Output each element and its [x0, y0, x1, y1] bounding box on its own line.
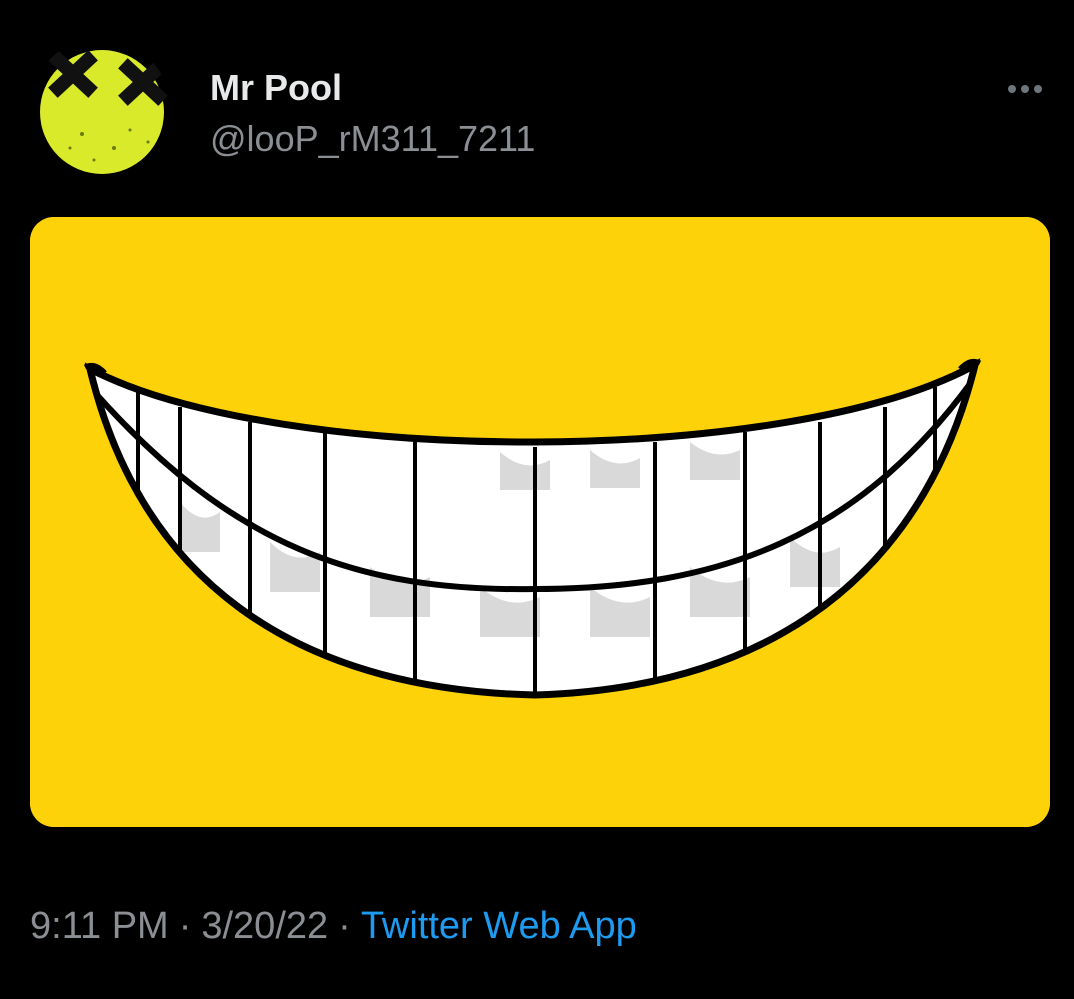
tweet: Mr Pool @looP_rM311_7211 9:11 PM · 3/20/…	[0, 0, 1074, 999]
smiley-avatar-icon	[30, 38, 170, 178]
more-options-button[interactable]	[1000, 74, 1050, 104]
tweet-metadata: 9:11 PM · 3/20/22 · Twitter Web App	[30, 900, 637, 952]
meta-separator: ·	[178, 905, 192, 947]
tweet-media-image[interactable]	[30, 217, 1050, 827]
author-display-name[interactable]: Mr Pool	[210, 66, 535, 110]
avatar[interactable]	[30, 38, 170, 178]
author-info: Mr Pool @looP_rM311_7211	[210, 66, 535, 162]
grin-icon	[30, 217, 1050, 827]
more-options-icon	[1008, 85, 1042, 93]
meta-separator: ·	[338, 905, 351, 947]
tweet-time[interactable]: 9:11 PM	[30, 905, 169, 947]
tweet-source-link[interactable]: Twitter Web App	[361, 905, 637, 947]
tweet-date[interactable]: 3/20/22	[201, 905, 328, 947]
author-handle[interactable]: @looP_rM311_7211	[210, 116, 535, 162]
